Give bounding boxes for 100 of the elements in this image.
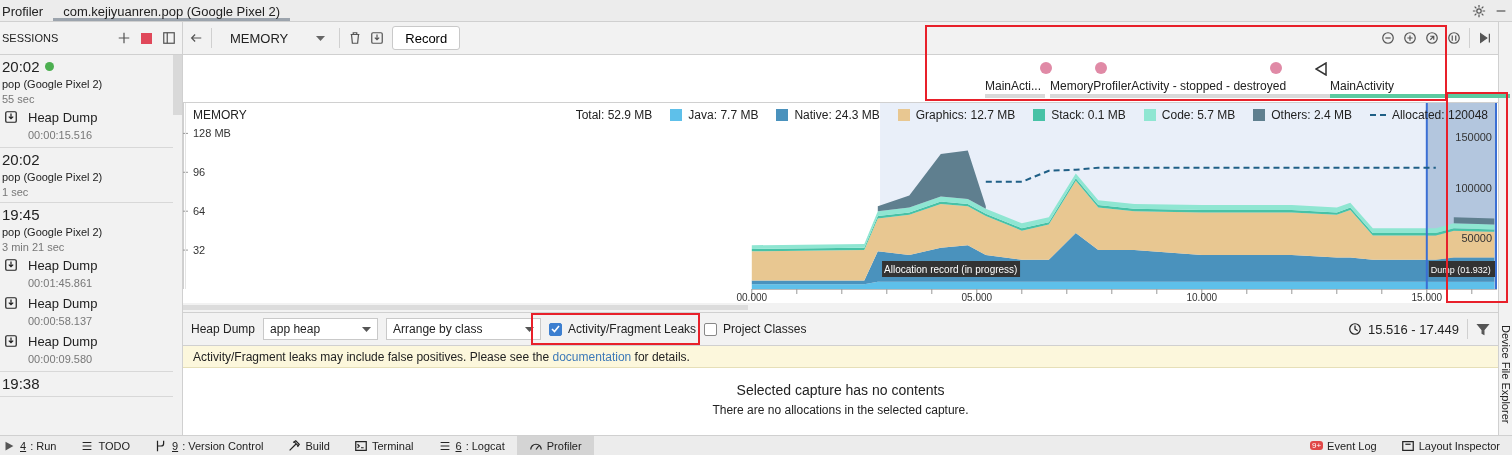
tool-window-tab[interactable]: Layout Inspector xyxy=(1388,436,1512,455)
empty-message: There are no allocations in the selected capture. xyxy=(712,403,969,417)
total-label: Total: 52.9 MB xyxy=(575,108,653,122)
heap-dump-item[interactable]: Heap Dump xyxy=(28,258,98,273)
dashed-line-swatch xyxy=(1369,114,1386,116)
legend-label: Stack: 0.1 MB xyxy=(1051,108,1126,122)
heap-dump-time: 00:00:15.516 xyxy=(28,129,93,141)
caret-icon xyxy=(362,326,372,332)
go-to-end-icon[interactable] xyxy=(1478,31,1492,45)
caret-icon xyxy=(316,35,326,41)
y-axis-label: 32 xyxy=(193,244,206,257)
legend-label: Java: 7.7 MB xyxy=(688,108,759,122)
session-device: pop (Google Pixel 2) xyxy=(2,226,103,238)
y-axis-label: 150000 xyxy=(1455,131,1492,144)
legend-label: Others: 2.4 MB xyxy=(1271,108,1352,122)
sessions-title: SESSIONS xyxy=(2,32,59,44)
heap-dump-item[interactable]: Heap Dump xyxy=(28,110,98,125)
legend-label: Native: 24.3 MB xyxy=(794,108,880,122)
touch-event-dot xyxy=(1095,62,1107,74)
session-time[interactable]: 20:02 xyxy=(2,58,54,75)
y-axis-label: 50000 xyxy=(1461,232,1492,245)
arrange-select[interactable]: Arrange by class xyxy=(386,318,542,340)
session-time[interactable]: 19:45 xyxy=(2,206,40,223)
checkbox[interactable] xyxy=(549,322,563,336)
terminal-icon xyxy=(353,438,368,453)
documentation-link[interactable]: documentation xyxy=(552,349,632,364)
scrollbar-thumb[interactable] xyxy=(173,55,182,115)
y-axis-label: 100000 xyxy=(1455,181,1492,194)
tool-window-tab[interactable]: TODO xyxy=(68,436,142,455)
record-button[interactable]: Record xyxy=(392,26,461,50)
session-time[interactable]: 20:02 xyxy=(2,151,40,168)
back-triangle-icon xyxy=(1315,62,1327,76)
profiler-dropdown[interactable]: MEMORY xyxy=(220,30,332,46)
tool-window-tab[interactable]: Profiler xyxy=(516,436,594,455)
download-icon xyxy=(4,110,18,124)
checkbox[interactable] xyxy=(704,322,718,336)
session-duration: 1 sec xyxy=(2,186,29,198)
legend-swatch xyxy=(1033,109,1046,121)
panel-icon[interactable] xyxy=(162,31,176,45)
time-axis-label: 00.000 xyxy=(736,292,768,303)
reset-zoom-icon[interactable] xyxy=(1425,31,1439,45)
heap-dump-time: 00:01:45.861 xyxy=(28,277,93,289)
session-duration: 55 sec xyxy=(2,93,35,105)
editor-tab[interactable]: Profiler xyxy=(0,0,54,21)
inspector-icon xyxy=(1400,438,1415,453)
activity-bar: MemoryProfilerActivity - stopped - destroyed xyxy=(1050,78,1330,98)
heap-select[interactable]: app heap xyxy=(263,318,379,340)
clock-icon xyxy=(1347,322,1362,336)
tool-window-tab[interactable]: 9+ Event Log xyxy=(1298,436,1389,455)
legend-swatch xyxy=(776,109,789,121)
filter-icon[interactable] xyxy=(1476,322,1490,336)
zoom-out-icon[interactable] xyxy=(1381,31,1395,45)
tool-window-tab[interactable]: 6 : Logcat xyxy=(425,436,517,455)
scrollbar-thumb[interactable] xyxy=(183,305,748,310)
download-icon xyxy=(4,258,18,272)
touch-event-dot xyxy=(1270,62,1282,74)
heap-dump-time: 00:00:09.580 xyxy=(28,353,93,365)
legend-label: Graphics: 12.7 MB xyxy=(915,108,1016,122)
activity-bar: MainActi... xyxy=(985,78,1045,98)
tool-window-tab[interactable]: Terminal xyxy=(341,436,426,455)
tool-window-tab[interactable]: Build xyxy=(275,436,342,455)
settings-icon[interactable] xyxy=(1472,3,1486,18)
activity-bar: MainActivity xyxy=(1330,78,1510,98)
notification-badge: 9+ xyxy=(1310,441,1324,450)
session-device: pop (Google Pixel 2) xyxy=(2,171,103,183)
time-axis-label: 10.000 xyxy=(1186,292,1218,303)
download-icon xyxy=(4,334,18,348)
stop-icon[interactable] xyxy=(141,32,152,44)
session-device: pop (Google Pixel 2) xyxy=(2,78,103,90)
checkbox-label[interactable]: Project Classes xyxy=(723,322,807,336)
time-axis-label: 05.000 xyxy=(961,292,993,303)
y-axis-label: 128 MB xyxy=(193,127,231,140)
tool-window-tab[interactable]: 4 : Run xyxy=(0,436,69,455)
touch-event-dot xyxy=(1040,62,1052,74)
warning-message: Activity/Fragment leaks may include false positives. Please see the documentation for details. xyxy=(193,349,690,364)
device-file-explorer-tab[interactable]: Device File Explorer xyxy=(1499,324,1512,423)
heap-dump-label: Heap Dump xyxy=(191,322,256,336)
time-range: 15.516 - 17.449 xyxy=(1367,321,1459,337)
time-axis-label: 15.000 xyxy=(1411,292,1443,303)
back-arrow-icon[interactable] xyxy=(189,31,203,45)
tool-window-tab[interactable]: 9 : Version Control xyxy=(142,436,276,455)
download-icon xyxy=(4,296,18,310)
legend-swatch xyxy=(670,109,683,121)
zoom-in-icon[interactable] xyxy=(1403,31,1417,45)
legend-label: Code: 5.7 MB xyxy=(1161,108,1236,122)
y-axis-label: 96 xyxy=(193,166,206,179)
chart-title: MEMORY xyxy=(193,108,247,122)
legend-swatch xyxy=(1253,109,1266,121)
session-duration: 3 min 21 sec xyxy=(2,241,65,253)
range-label: Allocation record (in progress) xyxy=(882,261,1021,277)
heap-dump-time: 00:00:58.137 xyxy=(28,315,93,327)
heap-dump-item[interactable]: Heap Dump xyxy=(28,296,98,311)
heap-dump-item[interactable]: Heap Dump xyxy=(28,334,98,349)
y-axis-label: 64 xyxy=(193,205,206,218)
pause-icon[interactable] xyxy=(1447,31,1461,45)
download-icon xyxy=(370,31,385,45)
checkbox-label[interactable]: Activity/Fragment Leaks xyxy=(568,322,697,336)
caret-icon xyxy=(525,326,535,332)
session-time[interactable]: 19:38 xyxy=(2,375,40,392)
add-icon[interactable] xyxy=(117,31,131,45)
